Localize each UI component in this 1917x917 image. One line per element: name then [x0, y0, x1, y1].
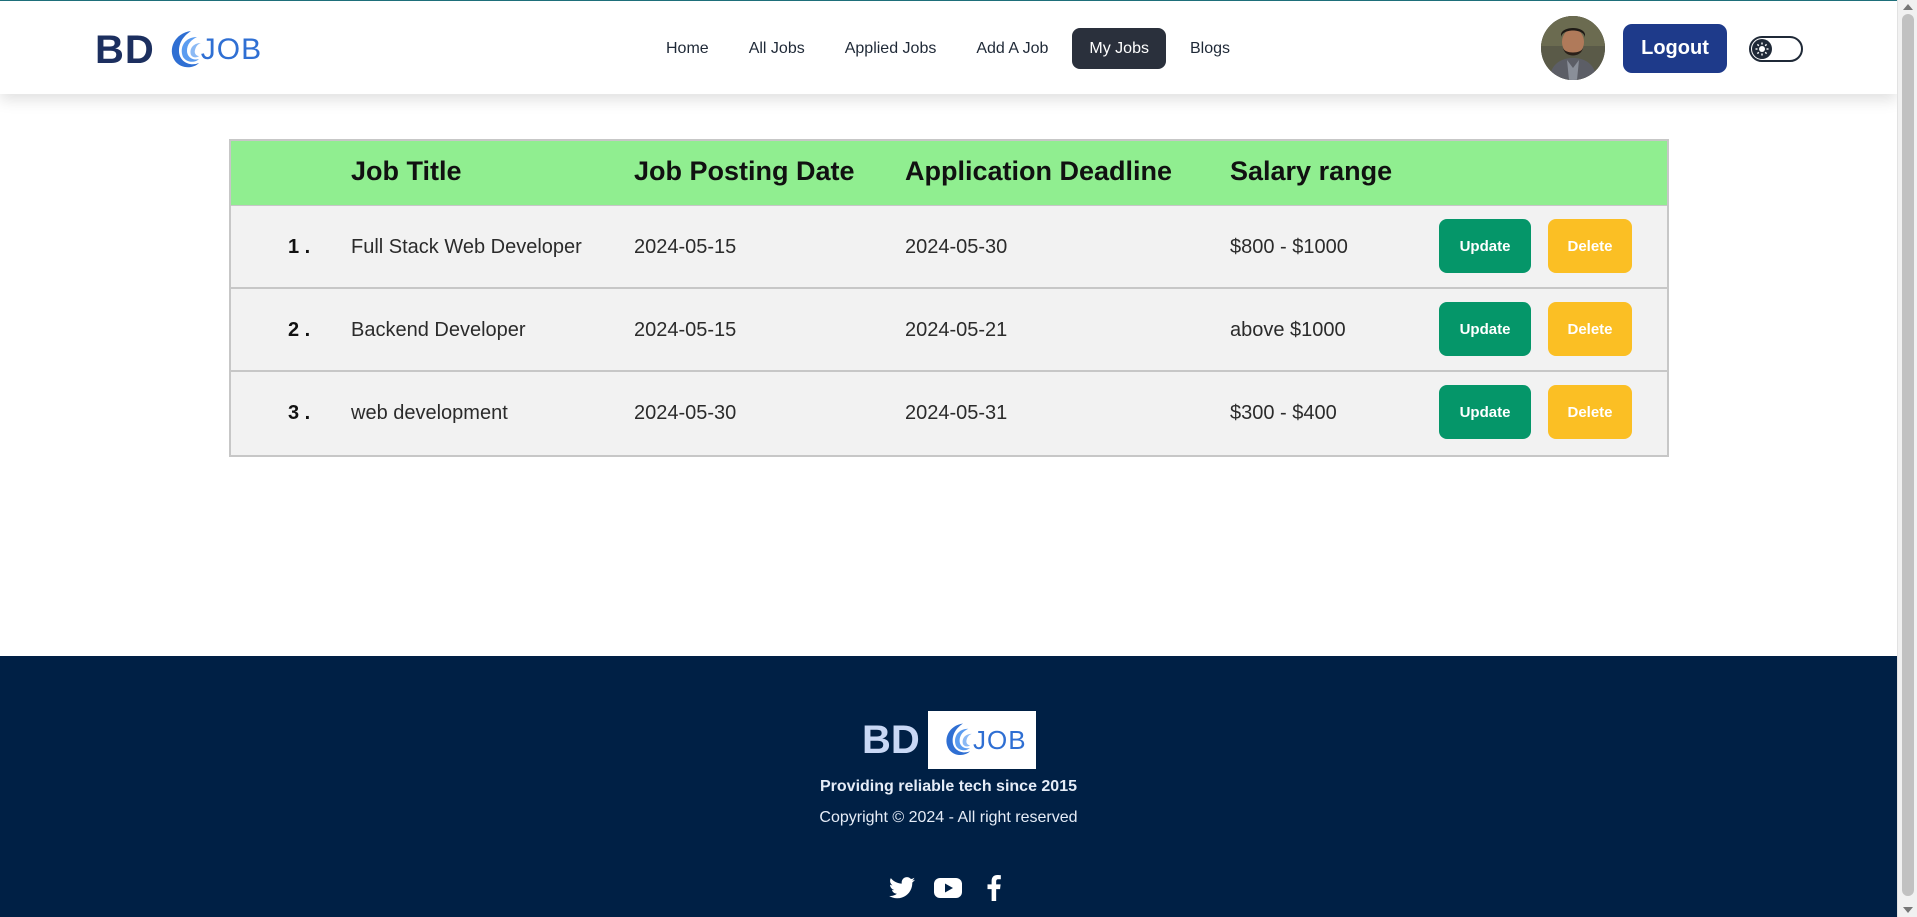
- application-deadline: 2024-05-31: [905, 402, 1008, 424]
- header-application-deadline: Application Deadline: [905, 156, 1173, 186]
- footer: BD JOB Providing reliable tech since 201…: [0, 656, 1897, 917]
- delete-button[interactable]: Delete: [1548, 219, 1632, 273]
- header-salary-range: Salary range: [1230, 156, 1393, 186]
- posting-date: 2024-05-15: [634, 319, 737, 341]
- header-job-title: Job Title: [351, 156, 462, 186]
- logo-bd-text: BD: [95, 27, 155, 72]
- row-number: 1 .: [288, 236, 311, 258]
- salary-range: $300 - $400: [1230, 402, 1337, 424]
- table-row: 3 . web development 2024-05-30 2024-05-3…: [231, 372, 1667, 455]
- job-title: Full Stack Web Developer: [351, 236, 582, 258]
- social-links: [888, 874, 1008, 902]
- update-button[interactable]: Update: [1439, 219, 1531, 273]
- delete-button[interactable]: Delete: [1548, 302, 1632, 356]
- nav-links: Home All Jobs Applied Jobs Add A Job My …: [646, 28, 1250, 69]
- table-header: Job Title Job Posting Date Application D…: [231, 141, 1667, 206]
- posting-date: 2024-05-15: [634, 236, 737, 258]
- row-number: 3 .: [288, 402, 311, 424]
- logo[interactable]: BD JOB: [95, 26, 262, 74]
- update-button[interactable]: Update: [1439, 385, 1531, 439]
- navbar: BD JOB Home All Jobs Applied Jobs Add A …: [0, 0, 1897, 94]
- nav-applied-jobs[interactable]: Applied Jobs: [825, 28, 957, 69]
- footer-copyright: Copyright © 2024 - All right reserved: [819, 809, 1078, 826]
- theme-toggle[interactable]: [1749, 36, 1803, 62]
- logo-job-text: JOB: [200, 33, 263, 66]
- scrollbar-thumb[interactable]: [1902, 14, 1914, 896]
- table-row: 2 . Backend Developer 2024-05-15 2024-05…: [231, 289, 1667, 372]
- logout-button[interactable]: Logout: [1623, 24, 1727, 73]
- nav-my-jobs[interactable]: My Jobs: [1072, 28, 1166, 69]
- application-deadline: 2024-05-21: [905, 319, 1008, 341]
- salary-range: above $1000: [1230, 319, 1346, 341]
- footer-logo[interactable]: BD JOB: [862, 711, 1036, 769]
- salary-range: $800 - $1000: [1230, 236, 1348, 258]
- facebook-icon[interactable]: [980, 874, 1008, 902]
- footer-logo-bd-text: BD: [862, 717, 920, 762]
- application-deadline: 2024-05-30: [905, 236, 1008, 258]
- sun-icon: [1752, 39, 1772, 59]
- posting-date: 2024-05-30: [634, 402, 737, 424]
- footer-tagline: Providing reliable tech since 2015: [820, 778, 1077, 795]
- scroll-down-arrow-icon[interactable]: [1903, 907, 1913, 913]
- user-photo-icon: [1541, 16, 1605, 80]
- swirl-logo-icon: [946, 723, 972, 756]
- nav-add-a-job[interactable]: Add A Job: [956, 28, 1068, 69]
- delete-button[interactable]: Delete: [1548, 385, 1632, 439]
- table-row: 1 . Full Stack Web Developer 2024-05-15 …: [231, 206, 1667, 289]
- nav-home[interactable]: Home: [646, 28, 729, 69]
- nav-blogs[interactable]: Blogs: [1170, 28, 1250, 69]
- vertical-scrollbar[interactable]: [1897, 0, 1917, 917]
- footer-logo-job-text: JOB: [972, 724, 1027, 755]
- user-avatar[interactable]: [1541, 16, 1605, 80]
- youtube-icon[interactable]: [934, 874, 962, 902]
- job-title: web development: [351, 402, 508, 424]
- twitter-icon[interactable]: [888, 874, 916, 902]
- footer-logo-box: JOB: [927, 711, 1036, 769]
- my-jobs-table: Job Title Job Posting Date Application D…: [229, 139, 1669, 457]
- job-title: Backend Developer: [351, 319, 526, 341]
- nav-all-jobs[interactable]: All Jobs: [729, 28, 825, 69]
- scroll-up-arrow-icon[interactable]: [1903, 4, 1913, 10]
- row-number: 2 .: [288, 319, 311, 341]
- header-job-posting-date: Job Posting Date: [634, 156, 855, 186]
- update-button[interactable]: Update: [1439, 302, 1531, 356]
- page: BD JOB Home All Jobs Applied Jobs Add A …: [0, 0, 1917, 917]
